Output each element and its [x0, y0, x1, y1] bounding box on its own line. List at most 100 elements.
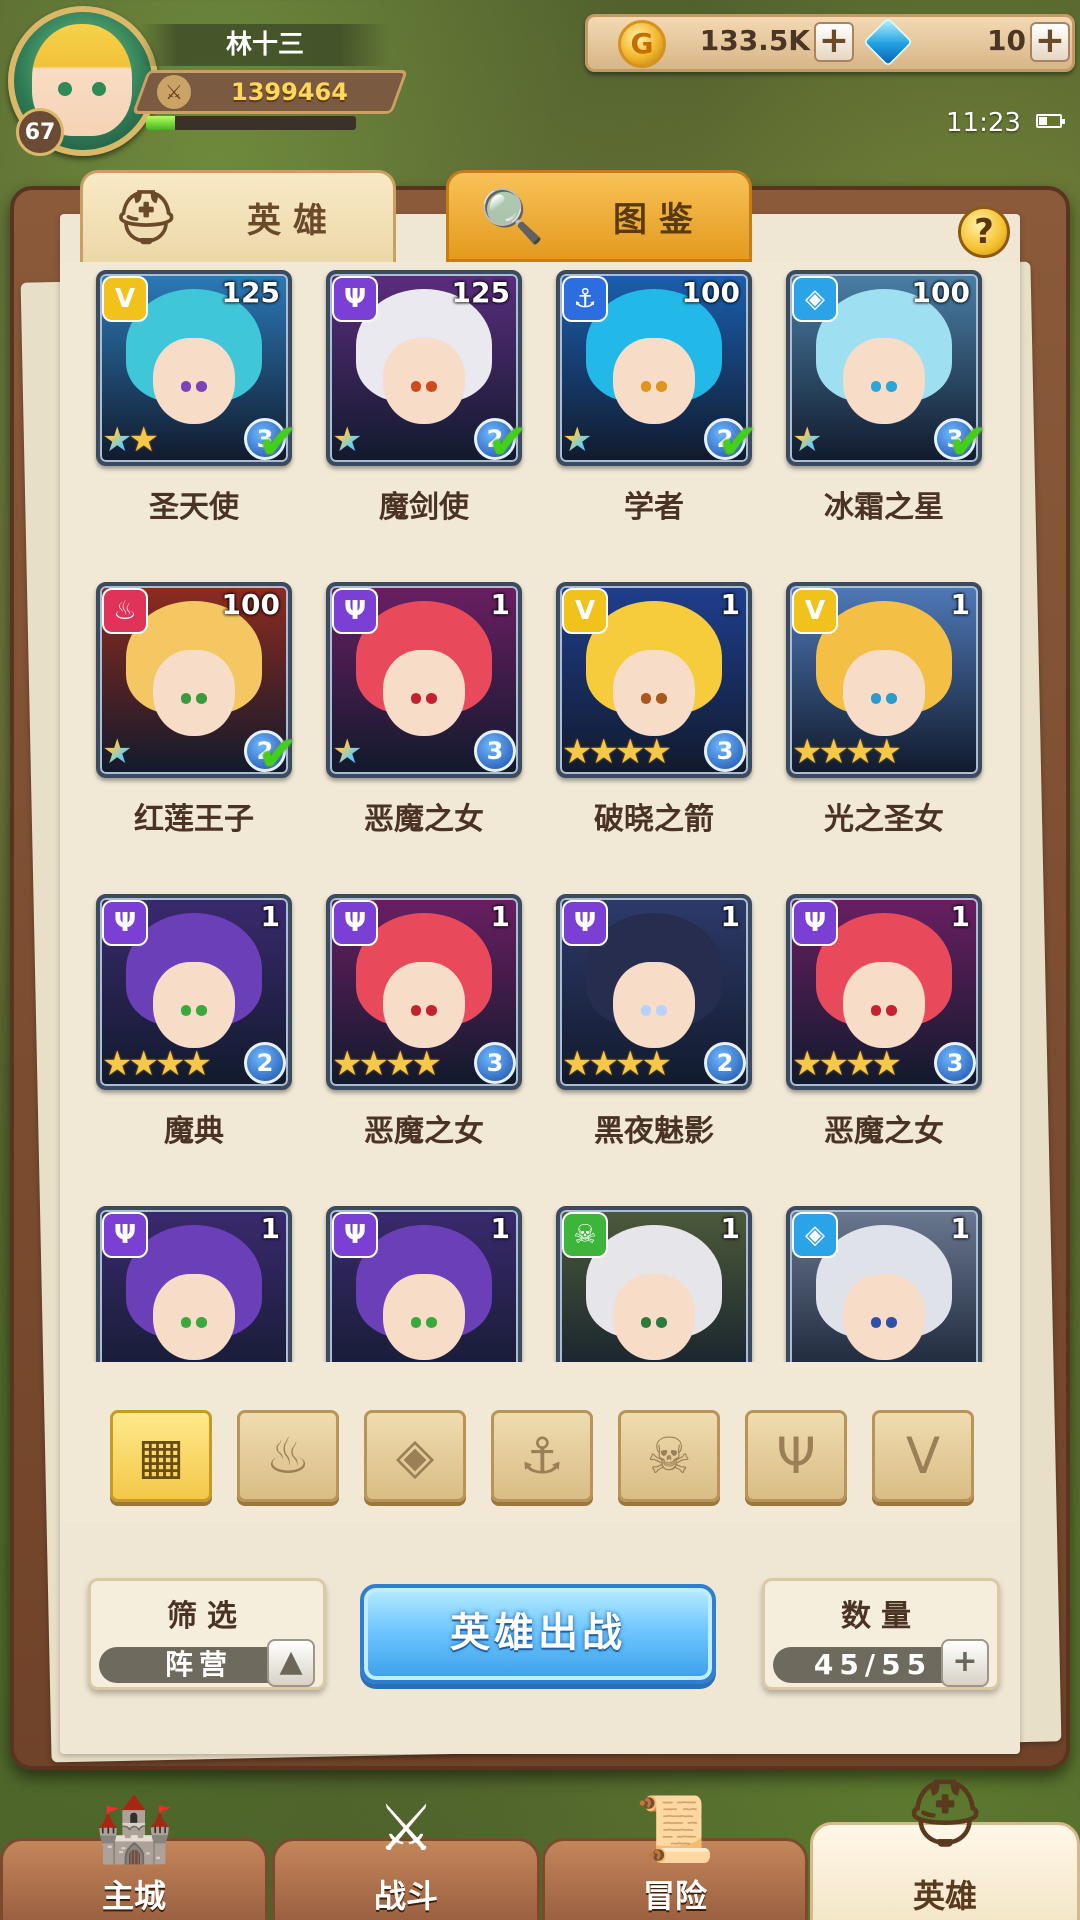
hero-card[interactable]: ☠ 1 [556, 1206, 752, 1362]
hero-card[interactable]: ◈ 1 [786, 1206, 982, 1362]
filter-beast-faction-button[interactable]: ☠ [618, 1410, 720, 1502]
hero-card[interactable]: V 1 ★ ★ ★ ★ 3 [556, 582, 752, 778]
hero-level: 1 [490, 900, 510, 933]
filter-box: 筛选 阵营 ▲ [88, 1578, 326, 1690]
hero-stars: ★ ★ ★ ★ [792, 734, 902, 770]
tab-heroes[interactable]: ⛑ 英雄 [80, 170, 396, 262]
hero-card[interactable]: Ψ1 [96, 1206, 292, 1362]
bottom-nav: 🏰 主城 ⚔ 战斗 📜 冒险 ⛑ 英雄 [0, 1777, 1080, 1920]
hero-card[interactable]: Ψ 1 ★ ★ ★ ★ 2 [556, 894, 752, 1090]
hero-name: 破晓之箭 [594, 802, 714, 837]
combat-power-icon: ⚔ [157, 75, 191, 109]
gold-star-icon: ★ [871, 1044, 902, 1084]
rainbow-star-icon: ★ [792, 420, 823, 460]
hero-name: 圣天使 [149, 490, 239, 525]
hero-card-frame: Ψ 1 ★ ★ ★ ★ 2 [96, 894, 292, 1090]
hero-card[interactable]: V 1 ★ ★ ★ ★ [786, 582, 982, 778]
hero-stars: ★ ★ ★ ★ [562, 1044, 672, 1084]
tab-handbook-label: 图鉴 [613, 199, 705, 240]
hero-level: 1 [720, 588, 740, 621]
gold-star-icon: ★ [181, 1044, 212, 1084]
hero-name: 光之圣女 [824, 802, 944, 837]
count-box: 数量 45/55 + [762, 1578, 1000, 1690]
hero-card-frame: Ψ1 [96, 1206, 292, 1362]
hero-card[interactable]: Ψ 1 ★ ★ ★ ★ 3 [786, 894, 982, 1090]
filter-all-grid-button[interactable]: ▦ [110, 1410, 212, 1502]
hero-level: 1 [950, 1212, 970, 1245]
hero-level: 100 [221, 588, 280, 621]
hero-level: 1 [490, 1212, 510, 1245]
nav-item-battle[interactable]: ⚔ 战斗 [272, 1792, 540, 1920]
hero-stars: ★ [792, 422, 822, 458]
hero-card[interactable]: Ψ1 [326, 1206, 522, 1362]
light-faction-icon: V [102, 276, 148, 322]
magnifier-book-icon: 🔍 [479, 186, 557, 247]
hero-rank-badge: 2 [704, 1042, 746, 1084]
add-gems-button[interactable]: + [1030, 22, 1070, 62]
hero-level: 1 [720, 1212, 740, 1245]
hero-stars: ★ [562, 422, 592, 458]
deploy-heroes-button[interactable]: 英雄出战 [360, 1584, 716, 1684]
nav-item-adventure[interactable]: 📜 冒险 [542, 1793, 808, 1920]
tab-handbook[interactable]: 🔍 图鉴 [446, 170, 752, 262]
frost-faction-icon: ◈ [395, 1427, 435, 1485]
status-clock: 11:23 [946, 108, 1021, 138]
hero-rank-badge: 3 [474, 730, 516, 772]
filter-fire-faction-button[interactable]: ♨ [237, 1410, 339, 1502]
hero-grid-page: V 125 ★ ★ 3 ✔ 圣天使 Ψ 125 ★ 2 ✔ 魔剑使 ⚓ 100 ★ 2 ✔ 学者 ◈ 100 ★ 3 ✔ 冰霜之… [60, 262, 1020, 1522]
add-gold-button[interactable]: + [814, 22, 854, 62]
filter-anchor-faction-button[interactable]: ⚓ [491, 1410, 593, 1502]
hero-card-frame: Ψ 1 ★ ★ ★ ★ 3 [786, 894, 982, 1090]
hero-card[interactable]: Ψ 1 ★ 3 [326, 582, 522, 778]
hero-level: 1 [490, 588, 510, 621]
hero-stars: ★ [102, 734, 132, 770]
hero-level: 1 [720, 900, 740, 933]
gold-star-icon: ★ [411, 1044, 442, 1084]
hero-level: 1 [260, 900, 280, 933]
exp-bar [146, 116, 356, 130]
gold-coin-icon: G [618, 20, 666, 68]
tab-heroes-label: 英雄 [247, 201, 339, 241]
anchor-faction-icon: ⚓ [562, 276, 608, 322]
hero-name: 冰霜之星 [824, 490, 944, 525]
gold-star-icon: ★ [641, 1044, 672, 1084]
hero-stars: ★ ★ [102, 422, 159, 458]
filter-title: 筛选 [167, 1599, 247, 1634]
rainbow-star-icon: ★ [102, 732, 133, 772]
hero-card[interactable]: ⚓ 100 ★ 2 ✔ [556, 270, 758, 466]
hero-card[interactable]: Ψ 1 ★ ★ ★ ★ 3 [326, 894, 522, 1090]
hero-card-frame: Ψ 1 ★ ★ ★ ★ 2 [556, 894, 752, 1090]
filter-frost-faction-button[interactable]: ◈ [364, 1410, 466, 1502]
deployed-check-icon: ✔ [257, 414, 298, 470]
player-avatar[interactable]: 67 [8, 6, 158, 156]
expand-capacity-button[interactable]: + [941, 1639, 989, 1687]
hero-level: 100 [681, 276, 740, 309]
nav-item-heroes[interactable]: ⛑ 英雄 [810, 1777, 1080, 1920]
hero-rank-badge: 3 [704, 730, 746, 772]
hero-card[interactable]: ♨ 100 ★ 2 ✔ [96, 582, 298, 778]
deployed-check-icon: ✔ [947, 414, 988, 470]
player-level-badge: 67 [16, 108, 64, 156]
hero-card[interactable]: Ψ 125 ★ 2 ✔ [326, 270, 528, 466]
hero-grid[interactable]: V 125 ★ ★ 3 ✔ 圣天使 Ψ 125 ★ 2 ✔ 魔剑使 ⚓ 100 ★ 2 ✔ 学者 ◈ 100 ★ 3 ✔ 冰霜之… [60, 262, 1020, 1362]
hero-card[interactable]: V 125 ★ ★ 3 ✔ [96, 270, 298, 466]
hero-card-frame: Ψ 1 ★ ★ ★ ★ 3 [326, 894, 522, 1090]
filter-dark-faction-button[interactable]: Ψ [745, 1410, 847, 1502]
nav-item-main-city[interactable]: 🏰 主城 [0, 1793, 268, 1920]
hero-rank-badge: 2 [244, 1042, 286, 1084]
help-button[interactable]: ? [958, 206, 1010, 258]
filter-toggle-button[interactable]: ▲ [267, 1639, 315, 1687]
rainbow-star-icon: ★ [562, 420, 593, 460]
deployed-check-icon: ✔ [257, 726, 298, 782]
hero-card[interactable]: Ψ 1 ★ ★ ★ ★ 2 [96, 894, 292, 1090]
filter-light-faction-button[interactable]: V [872, 1410, 974, 1502]
beast-faction-icon: ☠ [646, 1427, 692, 1485]
dark-faction-icon: Ψ [332, 276, 378, 322]
rainbow-star-icon: ★ [332, 732, 363, 772]
hero-card[interactable]: ◈ 100 ★ 3 ✔ [786, 270, 988, 466]
nav-label: 英雄 [912, 1877, 977, 1915]
exp-bar-fill [146, 116, 176, 130]
frost-faction-icon: ◈ [792, 276, 838, 322]
castle-icon: 🏰 [94, 1792, 174, 1867]
all-grid-icon: ▦ [137, 1427, 185, 1485]
